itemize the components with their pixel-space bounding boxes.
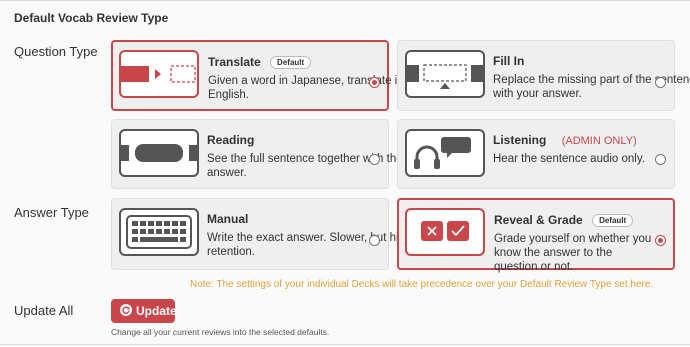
translate-icon xyxy=(119,50,199,98)
admin-only-label: (ADMIN ONLY) xyxy=(561,135,637,147)
reading-description: See the full sentence together with the … xyxy=(207,153,403,179)
reading-radio[interactable] xyxy=(369,154,380,165)
precedence-note: Note: The settings of your individual De… xyxy=(190,279,654,290)
listening-radio[interactable] xyxy=(655,154,666,165)
reading-option-card[interactable]: Reading See the full sentence together w… xyxy=(111,119,403,189)
translate-title-text: Translate xyxy=(208,55,261,69)
update-all-label: Update All xyxy=(14,303,74,318)
bottom-divider xyxy=(0,344,690,345)
fill-in-radio[interactable] xyxy=(655,77,666,88)
update-button[interactable]: Update xyxy=(111,299,177,323)
fill-in-option-card[interactable]: Fill In Replace the missing part of the … xyxy=(397,40,690,111)
translate-radio[interactable] xyxy=(369,77,380,88)
update-button-label: Update xyxy=(136,304,177,318)
section-title: Default Vocab Review Type xyxy=(14,11,169,25)
reveal-grade-option-card[interactable]: Reveal & Grade Default Grade yourself on… xyxy=(397,198,675,273)
fill-in-title: Fill In xyxy=(493,54,525,68)
reveal-grade-icon xyxy=(405,208,485,256)
manual-option-card[interactable]: Manual Write the exact answer. Slower, b… xyxy=(111,198,422,270)
reveal-grade-title-text: Reveal & Grade xyxy=(494,213,583,227)
reveal-grade-radio[interactable] xyxy=(655,235,666,246)
translate-option-card[interactable]: Translate Default Given a word in Japane… xyxy=(111,40,413,111)
update-help-text: Change all your current reviews into the… xyxy=(111,327,330,337)
reading-title: Reading xyxy=(207,133,255,147)
default-badge: Default xyxy=(592,214,634,228)
top-divider xyxy=(0,0,690,1)
reveal-grade-description: Grade yourself on whether you know the a… xyxy=(494,233,652,273)
listening-icon xyxy=(405,129,485,177)
listening-title-text: Listening xyxy=(493,133,547,147)
listening-title: Listening (ADMIN ONLY) xyxy=(493,133,637,147)
translate-description: Given a word in Japanese, translate it t… xyxy=(208,75,414,101)
fill-in-icon xyxy=(405,50,485,98)
keyboard-icon xyxy=(119,208,199,256)
question-type-label: Question Type xyxy=(14,44,98,59)
translate-title: Translate Default xyxy=(208,55,312,70)
manual-description: Write the exact answer. Slower, but high… xyxy=(207,232,422,258)
reading-icon xyxy=(119,129,199,177)
answer-type-label: Answer Type xyxy=(14,205,89,220)
default-badge: Default xyxy=(270,56,312,70)
manual-radio[interactable] xyxy=(369,235,380,246)
refresh-icon xyxy=(120,304,132,316)
manual-title: Manual xyxy=(207,212,249,226)
reveal-grade-title: Reveal & Grade Default xyxy=(494,213,634,228)
listening-option-card[interactable]: Listening (ADMIN ONLY) Hear the sentence… xyxy=(397,119,675,189)
